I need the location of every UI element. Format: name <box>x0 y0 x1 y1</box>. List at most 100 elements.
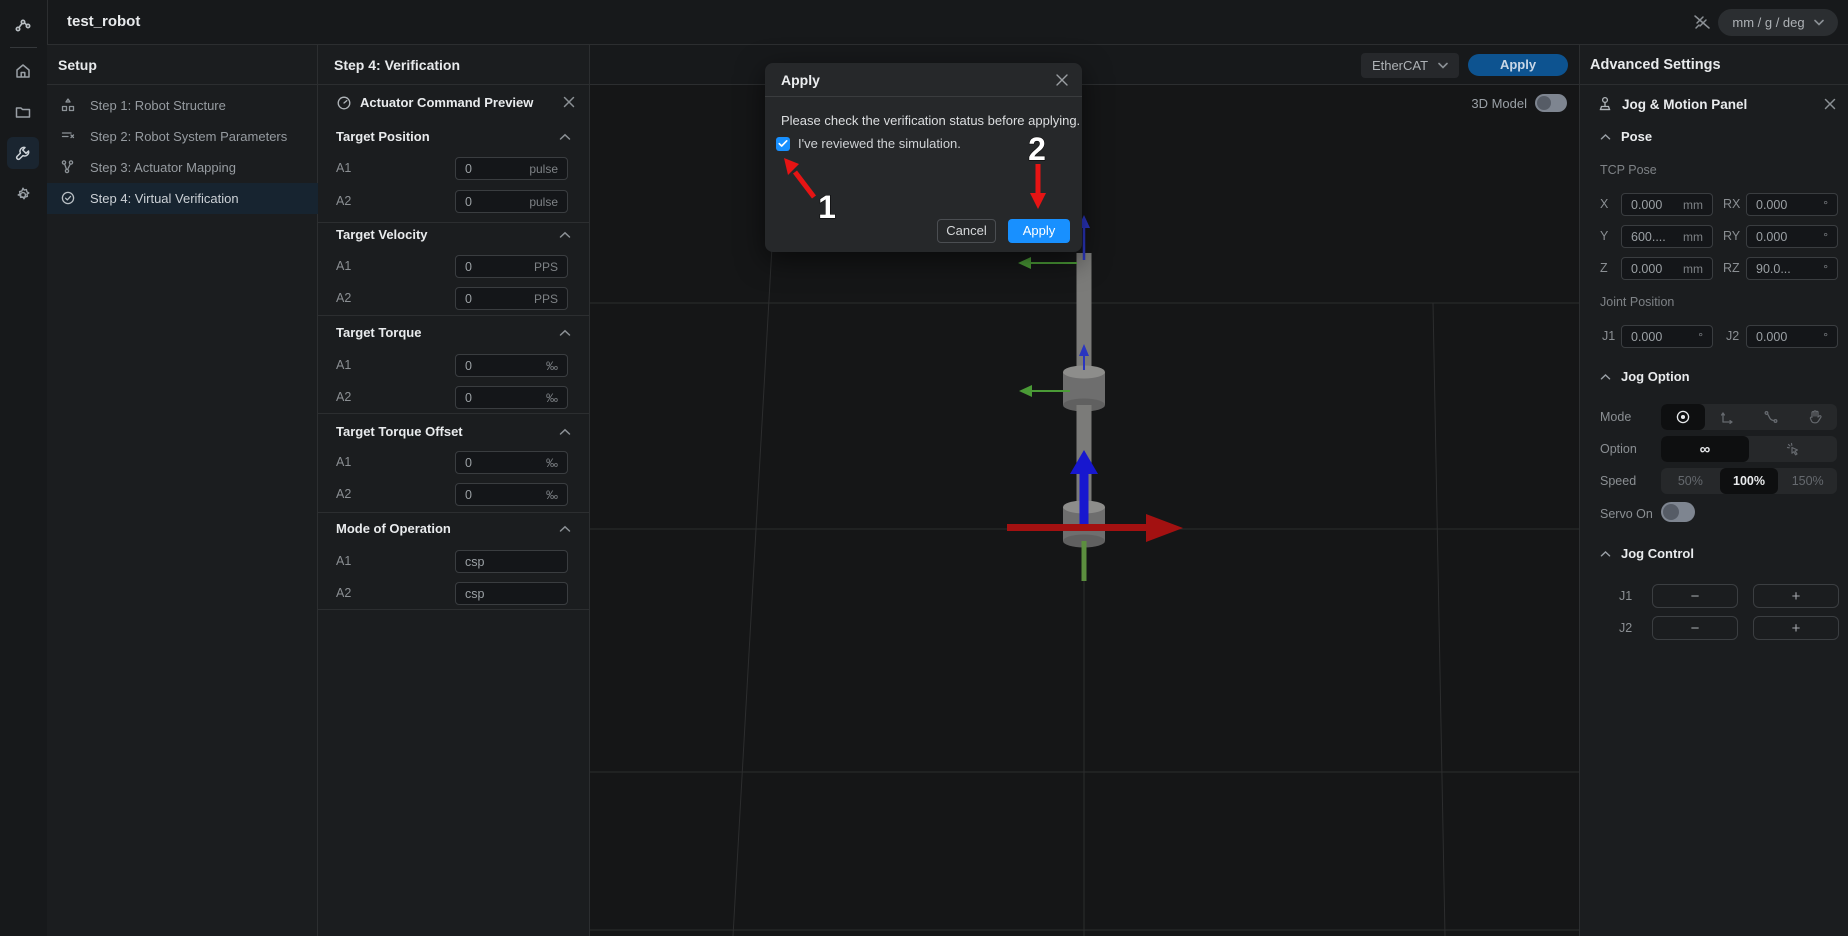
chevron-up-icon[interactable] <box>559 131 571 143</box>
setup-step-4[interactable]: Step 4: Virtual Verification <box>47 183 318 214</box>
tcp-ry-input[interactable]: 0.000 ° <box>1746 225 1838 248</box>
field-value: 90.0... <box>1756 262 1791 276</box>
joint-jog-icon[interactable] <box>1661 404 1705 430</box>
gauge-icon <box>336 95 352 111</box>
section-divider <box>318 413 589 414</box>
target-velocity-a1-input[interactable]: 0 PPS <box>455 255 568 278</box>
app-root: test_robot mm / g / deg <box>0 0 1848 936</box>
target-velocity-a2-input[interactable]: 0 PPS <box>455 287 568 310</box>
mode-of-operation-a2-input[interactable]: csp <box>455 582 568 605</box>
field-label: A1 <box>336 258 351 274</box>
j2-minus-button[interactable]: − <box>1652 616 1738 640</box>
path-jog-icon[interactable] <box>1749 404 1793 430</box>
tcp-rz-input[interactable]: 90.0... ° <box>1746 257 1838 280</box>
review-checkbox[interactable] <box>776 137 790 151</box>
chevron-up-icon[interactable] <box>559 327 571 339</box>
close-icon[interactable] <box>562 95 576 109</box>
mode-of-operation-a1-input[interactable]: csp <box>455 550 568 573</box>
field-value: 0 <box>465 260 472 274</box>
field-label: A2 <box>336 389 351 405</box>
chevron-up-icon[interactable] <box>559 229 571 241</box>
tcp-x-input[interactable]: 0.000 mm <box>1621 193 1713 216</box>
tcp-y-input[interactable]: 600.... mm <box>1621 225 1713 248</box>
j1-plus-button[interactable]: + <box>1753 584 1839 608</box>
review-checkbox-label: I've reviewed the simulation. <box>798 136 961 151</box>
servo-on-toggle[interactable] <box>1661 502 1695 522</box>
protocol-dropdown[interactable]: EtherCAT <box>1361 53 1459 78</box>
close-icon[interactable] <box>1055 73 1069 87</box>
section-divider <box>318 315 589 316</box>
axis-arrow-green-top <box>1018 257 1077 269</box>
jog-row-label: J2 <box>1619 620 1632 636</box>
section-divider <box>318 609 589 610</box>
cartesian-jog-icon[interactable] <box>1705 404 1749 430</box>
j1-minus-button[interactable]: − <box>1652 584 1738 608</box>
speed-100-option[interactable]: 100% <box>1720 468 1779 494</box>
field-label: A1 <box>336 160 351 176</box>
sidebar-item-settings[interactable] <box>7 179 39 211</box>
chevron-up-icon[interactable] <box>1599 371 1611 383</box>
pose-field-label: X <box>1600 196 1608 212</box>
section-title: Target Torque Offset <box>336 424 463 440</box>
speed-50-option[interactable]: 50% <box>1661 468 1720 494</box>
jog-option-segmented: ∞ <box>1661 436 1837 462</box>
setup-step-2[interactable]: Step 2: Robot System Parameters <box>47 121 318 152</box>
servo-on-label: Servo On <box>1600 506 1653 522</box>
verification-panel-header: Step 4: Verification <box>318 45 589 85</box>
apply-toolbar-label: Apply <box>1500 57 1536 72</box>
dialog-message: Please check the verification status bef… <box>781 113 1080 128</box>
field-value: 0 <box>465 391 472 405</box>
speed-150-option[interactable]: 150% <box>1778 468 1837 494</box>
infinity-glyph: ∞ <box>1700 441 1711 458</box>
sidebar-item-home[interactable] <box>7 55 39 87</box>
sidebar-item-tools[interactable] <box>7 137 39 169</box>
target-torque-a1-input[interactable]: 0 ‰ <box>455 354 568 377</box>
chevron-down-icon <box>1438 62 1448 69</box>
chevron-up-icon[interactable] <box>559 523 571 535</box>
model-toggle[interactable] <box>1535 94 1567 112</box>
hand-guide-icon[interactable] <box>1793 404 1837 430</box>
target-torque-offset-a1-input[interactable]: 0 ‰ <box>455 451 568 474</box>
structure-icon <box>60 97 76 113</box>
setup-step-3[interactable]: Step 3: Actuator Mapping <box>47 152 318 183</box>
step-label: Step 4: Virtual Verification <box>90 183 239 214</box>
chevron-up-icon[interactable] <box>1599 548 1611 560</box>
apply-button[interactable]: Apply <box>1008 219 1070 243</box>
section-title: Target Velocity <box>336 227 428 243</box>
joint-j2-input[interactable]: 0.000 ° <box>1746 325 1838 348</box>
units-dropdown[interactable]: mm / g / deg <box>1718 9 1838 36</box>
advanced-panel-header: Advanced Settings <box>1580 45 1848 85</box>
joint-j1-input[interactable]: 0.000 ° <box>1621 325 1713 348</box>
sidebar-item-projects[interactable] <box>7 96 39 128</box>
verification-title: Step 4: Verification <box>334 45 460 85</box>
j2-plus-button[interactable]: + <box>1753 616 1839 640</box>
chevron-up-icon[interactable] <box>1599 131 1611 143</box>
target-torque-offset-a2-input[interactable]: 0 ‰ <box>455 483 568 506</box>
field-suffix: ‰ <box>546 456 558 470</box>
preview-title: Actuator Command Preview <box>360 95 533 110</box>
check-circle-icon <box>60 190 76 206</box>
target-position-a1-input[interactable]: 0 pulse <box>455 157 568 180</box>
joystick-icon <box>1596 95 1614 113</box>
apply-button-toolbar[interactable]: Apply <box>1468 54 1568 76</box>
field-suffix: mm <box>1683 262 1703 276</box>
cancel-button[interactable]: Cancel <box>937 219 996 243</box>
viewport-3d[interactable]: EtherCAT Apply 3D Model <box>590 45 1579 936</box>
target-torque-a2-input[interactable]: 0 ‰ <box>455 386 568 409</box>
setup-step-1[interactable]: Step 1: Robot Structure <box>47 90 318 121</box>
tcp-z-input[interactable]: 0.000 mm <box>1621 257 1713 280</box>
field-label: A2 <box>336 193 351 209</box>
tcp-rx-input[interactable]: 0.000 ° <box>1746 193 1838 216</box>
field-value: csp <box>465 555 484 569</box>
protocol-label: EtherCAT <box>1372 58 1428 73</box>
chevron-down-icon <box>1814 19 1824 26</box>
model-toggle-label: 3D Model <box>1471 96 1527 111</box>
mode-label: Mode <box>1600 409 1631 425</box>
field-suffix: ° <box>1698 330 1703 344</box>
target-position-a2-input[interactable]: 0 pulse <box>455 190 568 213</box>
step-move-icon[interactable] <box>1749 436 1837 462</box>
close-icon[interactable] <box>1823 97 1837 111</box>
chevron-up-icon[interactable] <box>559 426 571 438</box>
connection-disabled-icon[interactable] <box>1692 12 1712 32</box>
continuous-icon[interactable]: ∞ <box>1661 436 1749 462</box>
